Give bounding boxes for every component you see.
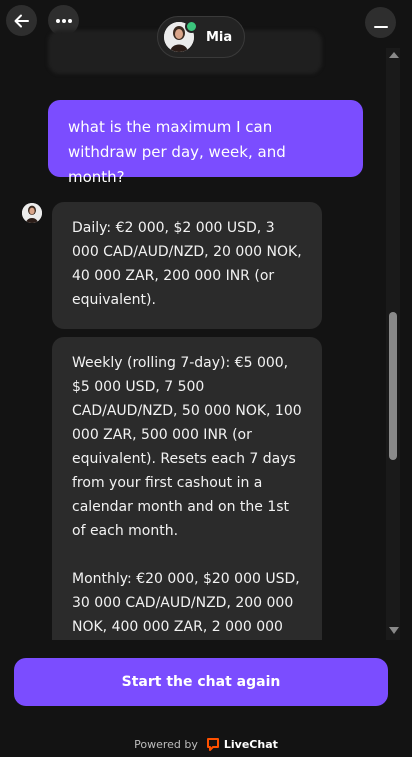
agent-name: Mia [206, 29, 233, 45]
monthly-limit-text: Monthly: €20 000, $20 000 USD, 30 000 CA… [72, 571, 300, 635]
agent-pill: Mia [157, 16, 245, 58]
weekly-limit-text: Weekly (rolling 7-day): €5 000, $5 000 U… [72, 355, 302, 539]
daily-limit-text: Daily: €2 000, $2 000 USD, 3 000 CAD/AUD… [72, 220, 302, 308]
agent-message-weekly: Weekly (rolling 7-day): €5 000, $5 000 U… [52, 337, 322, 640]
online-status-dot [185, 20, 198, 33]
minimize-icon [373, 25, 388, 28]
powered-by-footer[interactable]: Powered by LiveChat [0, 734, 412, 754]
powered-by-text: Powered by [134, 737, 198, 751]
minimize-button[interactable] [365, 7, 396, 38]
livechat-logo-icon [206, 738, 219, 751]
messages-scroll-area[interactable]: what is the maximum I can withdraw per d… [0, 48, 386, 640]
back-button[interactable] [6, 5, 37, 36]
user-message: what is the maximum I can withdraw per d… [48, 100, 363, 186]
scrollbar-thumb[interactable] [389, 312, 397, 460]
agent-message-avatar [22, 203, 42, 223]
arrow-left-icon [14, 14, 29, 27]
scroll-up-icon[interactable] [389, 52, 399, 58]
scroll-down-icon[interactable] [389, 627, 399, 634]
livechat-brand: LiveChat [223, 737, 278, 751]
agent-message-daily: Daily: €2 000, $2 000 USD, 3 000 CAD/AUD… [52, 202, 322, 329]
start-chat-again-button[interactable]: Start the chat again [14, 658, 388, 706]
more-horizontal-icon [55, 18, 72, 23]
